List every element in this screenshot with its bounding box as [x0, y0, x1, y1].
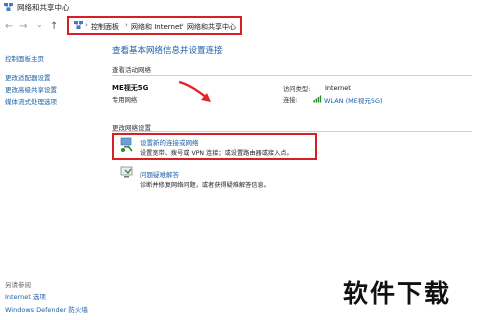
breadcrumb-network-sharing-center[interactable]: 网络和共享中心	[187, 22, 236, 32]
access-type-value: Internet	[325, 84, 351, 92]
network-name: ME视无5G	[112, 84, 149, 92]
active-networks-heading: 查看活动网络	[112, 66, 151, 74]
network-type-link[interactable]: 专用网络	[112, 95, 137, 104]
title-bar: 网络和共享中心	[0, 0, 480, 16]
sidebar-item-defender-firewall[interactable]: Windows Defender 防火墙	[5, 304, 88, 314]
up-button[interactable]: ↑	[50, 22, 58, 32]
chevron-right-icon: ›	[85, 21, 88, 29]
sidebar-item-control-panel-home[interactable]: 控制面板主页	[5, 53, 44, 63]
troubleshoot-icon	[120, 166, 133, 178]
divider	[112, 75, 472, 76]
troubleshoot-problems-description: 诊断并修复网络问题，或者获得疑难解答信息。	[140, 182, 270, 189]
sidebar-item-advanced-sharing[interactable]: 更改高级共享设置	[5, 84, 57, 94]
network-center-icon	[4, 3, 13, 11]
access-type-label: 访问类型:	[283, 86, 311, 93]
sidebar-item-internet-options[interactable]: Internet 选项	[5, 291, 46, 301]
divider	[112, 131, 472, 132]
wifi-icon	[313, 95, 322, 103]
troubleshoot-problems-link[interactable]: 问题疑难解答	[140, 169, 179, 179]
back-button[interactable]: ←	[5, 22, 13, 32]
page-title: 查看基本网络信息并设置连接	[112, 46, 223, 56]
address-bar[interactable]: › 控制面板 › 网络和 Internet › 网络和共享中心	[67, 16, 242, 35]
sidebar-item-media-streaming[interactable]: 媒体流式处理选项	[5, 96, 57, 106]
connections-label: 连接:	[283, 97, 298, 104]
see-also-heading: 另请参阅	[5, 281, 31, 289]
red-arrow-annotation	[178, 80, 211, 102]
recent-locations-button[interactable]: ⌄	[36, 20, 43, 30]
chevron-right-icon: ›	[181, 21, 184, 29]
window-title: 网络和共享中心	[17, 3, 70, 12]
forward-button[interactable]: →	[19, 22, 27, 32]
setup-new-connection-description: 设置宽带、拨号或 VPN 连接；或设置路由器或接入点。	[140, 150, 293, 157]
breadcrumb-network-internet[interactable]: 网络和 Internet	[131, 22, 182, 32]
breadcrumb-control-panel[interactable]: 控制面板	[91, 22, 119, 32]
setup-new-connection-link[interactable]: 设置新的连接或网络	[140, 137, 199, 147]
wlan-connection-link[interactable]: WLAN (ME视元5G)	[324, 95, 383, 105]
chevron-right-icon: ›	[125, 21, 128, 29]
network-center-icon	[74, 21, 83, 29]
watermark-text: 软件下载	[343, 279, 452, 308]
sidebar-item-change-adapter-settings[interactable]: 更改适配器设置	[5, 72, 51, 82]
